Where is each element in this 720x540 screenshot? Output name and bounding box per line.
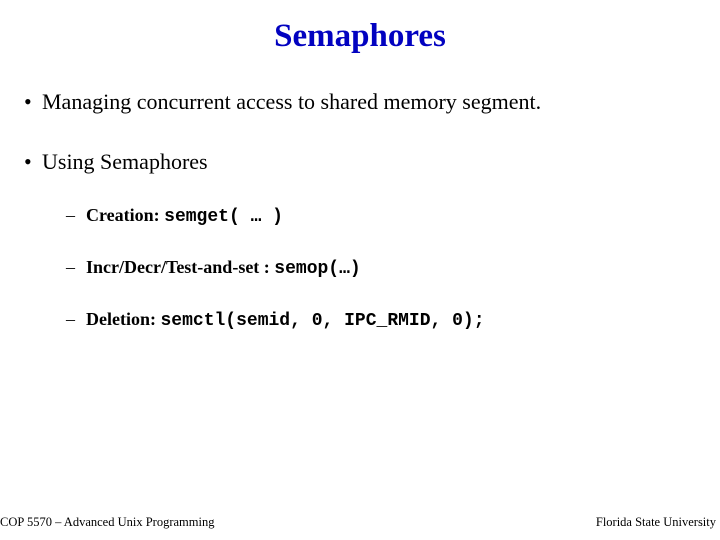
- page-title: Semaphores: [10, 18, 710, 55]
- slide: Semaphores Managing concurrent access to…: [0, 0, 720, 540]
- sub-deletion-label: Deletion:: [86, 309, 160, 329]
- footer-left: COP 5570 – Advanced Unix Programming: [0, 515, 214, 530]
- footer: COP 5570 – Advanced Unix Programming Flo…: [0, 515, 716, 530]
- bullet-using: Using Semaphores Creation: semget( … ) I…: [28, 149, 710, 331]
- bullet-using-text: Using Semaphores: [42, 149, 208, 174]
- sub-creation: Creation: semget( … ): [72, 205, 710, 227]
- bullet-managing: Managing concurrent access to shared mem…: [28, 89, 710, 115]
- sub-creation-label: Creation:: [86, 205, 164, 225]
- sub-incr-code: semop(…): [274, 259, 360, 279]
- sub-incr-label: Incr/Decr/Test-and-set :: [86, 257, 274, 277]
- sub-deletion-code: semctl(semid, 0, IPC_RMID, 0);: [160, 311, 484, 331]
- bullet-list: Managing concurrent access to shared mem…: [10, 89, 710, 331]
- sub-bullet-list: Creation: semget( … ) Incr/Decr/Test-and…: [42, 205, 710, 331]
- sub-deletion: Deletion: semctl(semid, 0, IPC_RMID, 0);: [72, 309, 710, 331]
- footer-right: Florida State University: [596, 515, 716, 530]
- sub-incr: Incr/Decr/Test-and-set : semop(…): [72, 257, 710, 279]
- sub-creation-code: semget( … ): [164, 207, 283, 227]
